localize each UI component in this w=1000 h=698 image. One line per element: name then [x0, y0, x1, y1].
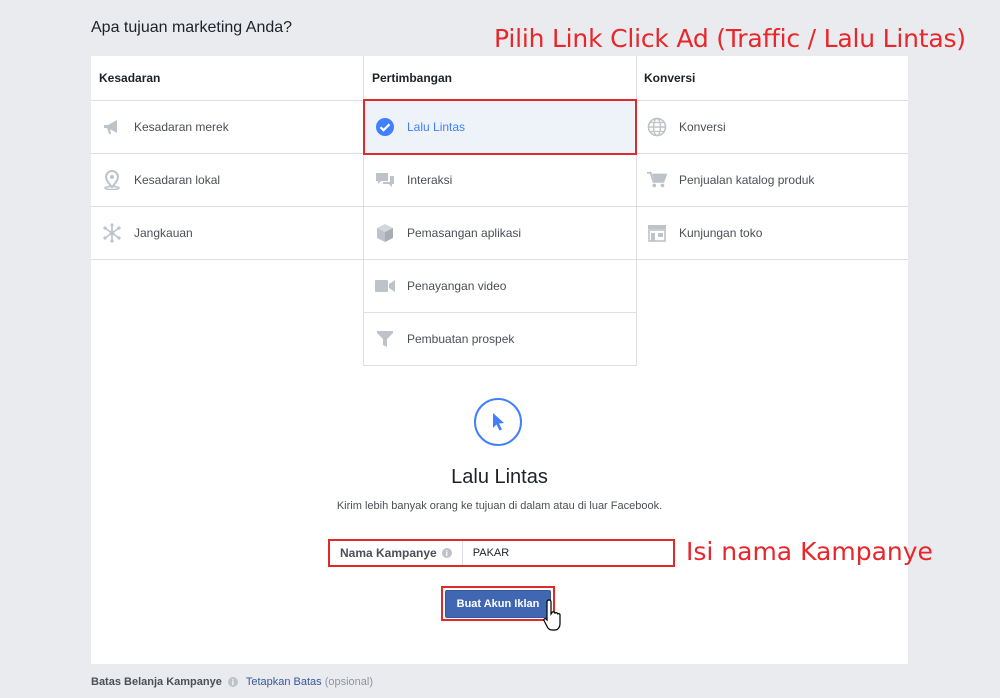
option-conversions[interactable]: Konversi [636, 101, 908, 154]
objective-panel: Kesadaran Kesadaran merek Kesadaran loka… [91, 56, 908, 664]
option-video-views[interactable]: Penayangan video [364, 260, 636, 313]
column-header-conversion: Konversi [636, 56, 908, 101]
option-engagement[interactable]: Interaksi [364, 154, 636, 207]
column-header-awareness: Kesadaran [91, 56, 363, 101]
column-awareness: Kesadaran Kesadaran merek Kesadaran loka… [91, 56, 364, 260]
annotation-highlight-traffic [363, 99, 637, 155]
question-heading: Apa tujuan marketing Anda? [91, 19, 293, 36]
option-local-awareness[interactable]: Kesadaran lokal [91, 154, 363, 207]
globe-icon [647, 117, 667, 137]
option-catalog-sales[interactable]: Penjualan katalog produk [636, 154, 908, 207]
map-pin-icon [102, 170, 122, 190]
option-reach[interactable]: Jangkauan [91, 207, 363, 260]
store-icon [647, 223, 667, 243]
campaign-name-row: Nama Kampanye i [328, 539, 675, 567]
campaign-name-label-text: Nama Kampanye [340, 546, 437, 560]
option-label: Interaksi [407, 173, 453, 187]
spend-limit-label: Batas Belanja Kampanye [91, 676, 222, 688]
objective-title: Lalu Lintas [451, 466, 548, 488]
objective-description: Kirim lebih banyak orang ke tujuan di da… [336, 500, 663, 512]
option-label: Kesadaran lokal [134, 173, 221, 187]
campaign-name-input[interactable] [461, 541, 673, 565]
option-label: Penayangan video [407, 279, 507, 293]
video-camera-icon [375, 276, 395, 296]
megaphone-icon [102, 117, 122, 137]
option-brand-awareness[interactable]: Kesadaran merek [91, 101, 363, 154]
option-label: Kunjungan toko [679, 226, 763, 240]
hand-cursor-icon [543, 599, 561, 631]
cursor-arrow-icon [474, 398, 522, 446]
info-icon[interactable]: i [441, 548, 452, 558]
campaign-name-label: Nama Kampanye i [330, 546, 452, 560]
reach-icon [102, 223, 122, 243]
create-ad-account-button[interactable]: Buat Akun Iklan [445, 589, 551, 618]
optional-text: (opsional) [324, 676, 373, 688]
option-lead-generation[interactable]: Pembuatan prospek [364, 313, 636, 366]
annotation-highlight-button: Buat Akun Iklan [441, 586, 555, 621]
option-label: Jangkauan [134, 226, 193, 240]
set-limit-link[interactable]: Tetapkan Batas [246, 676, 322, 688]
cart-icon [647, 170, 667, 190]
annotation-select-traffic: Pilih Link Click Ad (Traffic / Lalu Lint… [494, 24, 966, 53]
column-header-consideration: Pertimbangan [364, 56, 636, 101]
option-app-installs[interactable]: Pemasangan aplikasi [364, 207, 636, 260]
annotation-fill-name: Isi nama Kampanye [686, 537, 933, 566]
option-label: Pembuatan prospek [407, 332, 515, 346]
funnel-icon [375, 329, 395, 349]
cube-icon [375, 223, 395, 243]
chat-bubbles-icon [375, 170, 395, 190]
info-icon[interactable]: i [227, 677, 238, 687]
spend-limit-row: Batas Belanja Kampanye i Tetapkan Batas … [91, 676, 373, 688]
option-store-visits[interactable]: Kunjungan toko [636, 207, 908, 260]
option-label: Konversi [679, 120, 726, 134]
option-label: Kesadaran merek [134, 120, 229, 134]
option-label: Pemasangan aplikasi [407, 226, 522, 240]
option-label: Penjualan katalog produk [679, 173, 815, 187]
column-conversion: Konversi Konversi Penjualan katalog prod… [636, 56, 908, 260]
